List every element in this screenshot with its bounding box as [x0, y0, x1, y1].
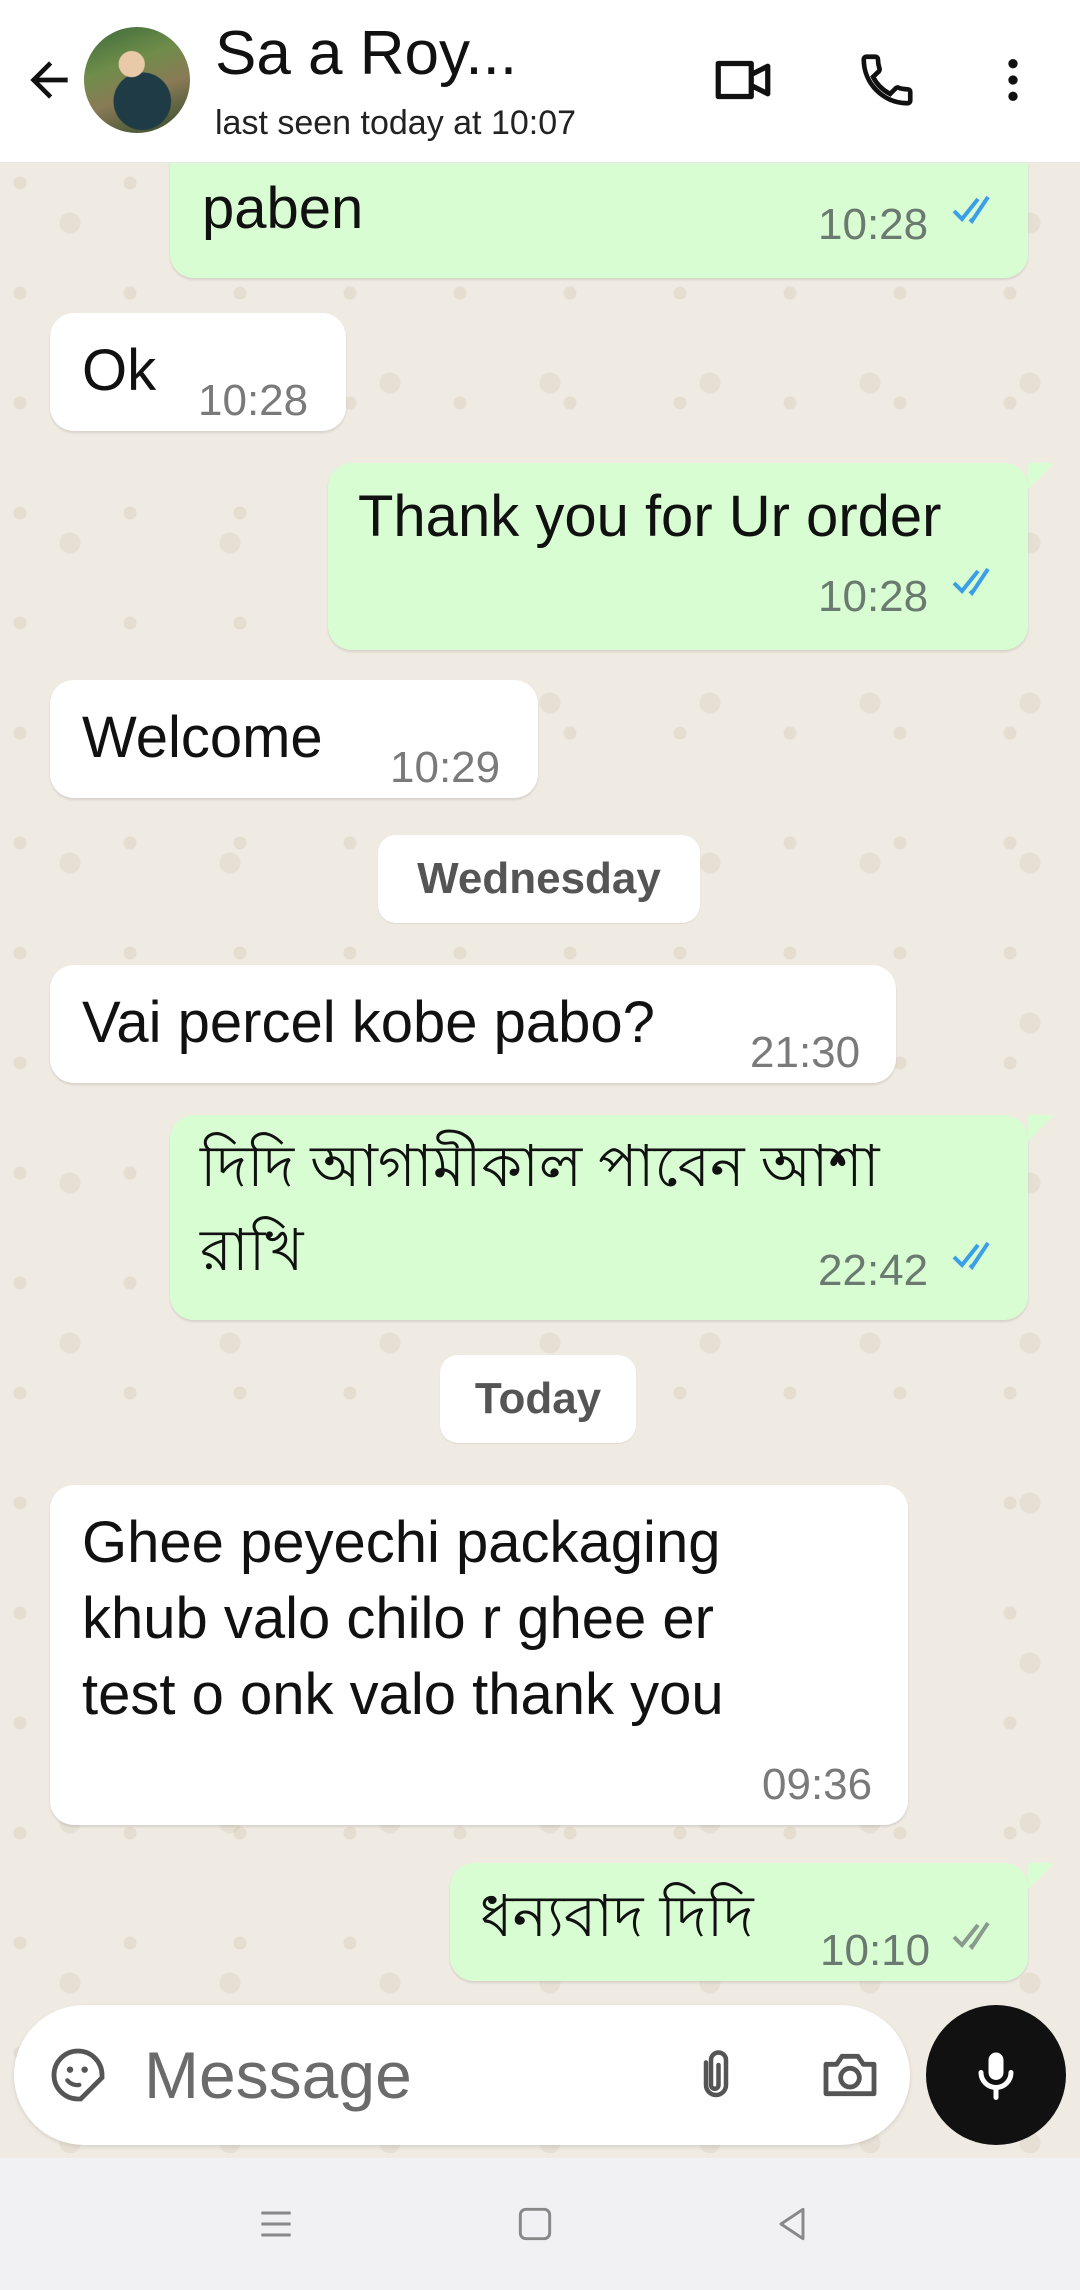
outgoing-message[interactable]: দিদি আগামীকাল পাবেন আশা রাখি 22:42 [170, 1115, 1028, 1320]
read-ticks-icon [952, 195, 990, 225]
message-text-line: দিদি আগামীকাল পাবেন আশা [200, 1134, 880, 1199]
microphone-icon [978, 2052, 1014, 2100]
message-text: paben [202, 176, 364, 241]
back-triangle-icon [779, 2207, 805, 2241]
message-list[interactable]: paben 10:28 Ok 10:28 Thank you for Ur or… [0, 163, 1080, 2153]
camera-button[interactable] [814, 2039, 886, 2111]
contact-avatar[interactable] [84, 27, 190, 133]
message-time: 10:28 [198, 376, 309, 425]
date-separator: Today [440, 1355, 636, 1443]
date-separator: Wednesday [378, 835, 700, 923]
bubble-tail [1028, 1115, 1054, 1141]
message-time: 10:29 [390, 743, 501, 792]
voice-call-button[interactable] [852, 45, 922, 115]
outgoing-message[interactable]: paben 10:28 [170, 163, 1028, 278]
message-text-line: Ghee peyechi packaging [82, 1510, 721, 1575]
sticker-emoji-icon [51, 2048, 105, 2102]
back-button[interactable] [14, 45, 84, 115]
recent-apps-button[interactable] [246, 2194, 306, 2254]
message-input[interactable] [144, 2035, 644, 2115]
message-text: Welcome [82, 705, 323, 770]
incoming-message[interactable]: Vai percel kobe pabo? 21:30 [50, 965, 896, 1083]
message-time: 21:30 [750, 1028, 861, 1077]
contact-name[interactable]: Sa a Roy... [215, 18, 645, 89]
home-button[interactable] [505, 2194, 565, 2254]
camera-icon [823, 2053, 877, 2097]
paperclip-icon [703, 2050, 729, 2098]
read-ticks-icon [952, 567, 990, 597]
outgoing-message[interactable]: Thank you for Ur order 10:28 [328, 463, 1028, 650]
recent-apps-icon [261, 2211, 291, 2237]
incoming-message[interactable]: Ghee peyechi packaging khub valo chilo r… [50, 1485, 908, 1825]
read-ticks-icon [952, 1241, 990, 1271]
message-text: ধন্যবাদ দিদি [480, 1884, 754, 1949]
message-time: 10:10 [820, 1926, 931, 1975]
emoji-sticker-button[interactable] [42, 2039, 114, 2111]
back-arrow-icon [30, 61, 68, 99]
message-time: 10:28 [818, 572, 929, 621]
message-text-line: রাখি [200, 1218, 304, 1283]
more-options-button[interactable] [978, 45, 1048, 115]
voice-record-button[interactable] [926, 2005, 1066, 2145]
video-camera-icon [715, 60, 771, 100]
outgoing-message[interactable]: ধন্যবাদ দিদি 10:10 [450, 1863, 1028, 1981]
last-seen-status: last seen today at 10:07 [215, 104, 577, 142]
bubble-tail [1028, 1863, 1054, 1889]
message-text: Ok [82, 338, 157, 403]
video-call-button[interactable] [708, 45, 778, 115]
home-icon [518, 2207, 552, 2241]
more-vert-icon [1008, 59, 1018, 101]
message-text-line: khub valo chilo r ghee er [82, 1586, 714, 1651]
system-navigation-bar [0, 2158, 1080, 2290]
incoming-message[interactable]: Welcome 10:29 [50, 680, 538, 798]
phone-icon [861, 54, 913, 106]
message-composer [14, 2005, 910, 2145]
message-text-line: test o onk valo thank you [82, 1662, 724, 1727]
message-time: 10:28 [818, 200, 929, 249]
message-time: 09:36 [762, 1760, 873, 1809]
attach-button[interactable] [680, 2039, 752, 2111]
message-text: Thank you for Ur order [358, 484, 942, 549]
back-nav-button[interactable] [762, 2194, 822, 2254]
delivered-ticks-icon [952, 1921, 990, 1951]
chat-header: Sa a Roy... last seen today at 10:07 [0, 0, 1080, 163]
bubble-tail [1028, 463, 1054, 489]
message-time: 22:42 [818, 1246, 929, 1295]
message-text: Vai percel kobe pabo? [82, 990, 655, 1055]
incoming-message[interactable]: Ok 10:28 [50, 313, 346, 431]
